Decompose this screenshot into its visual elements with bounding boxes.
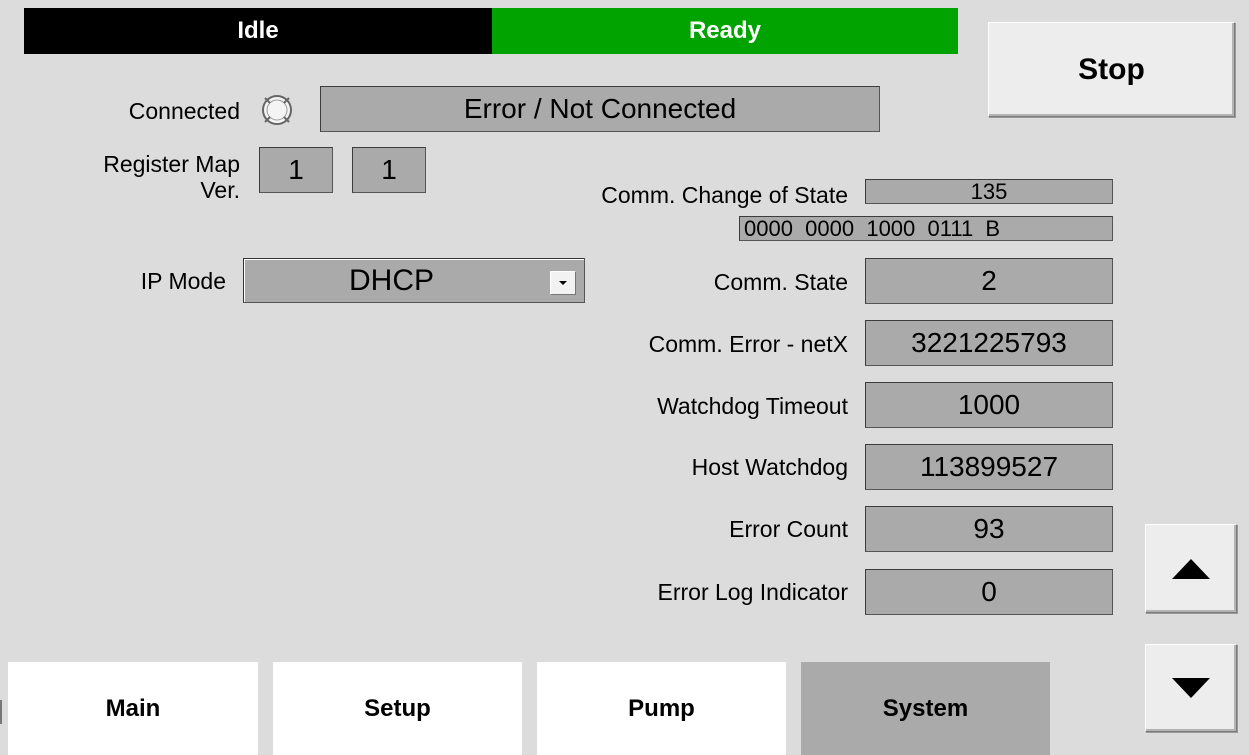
comm-error-netx-value: 3221225793 <box>865 320 1113 366</box>
error-count-label: Error Count <box>729 516 848 542</box>
comm-change-of-state-decimal: 135 <box>865 179 1113 204</box>
scroll-up-button[interactable] <box>1145 524 1237 613</box>
comm-change-of-state-label: Comm. Change of State <box>601 182 848 208</box>
tab-main[interactable]: Main <box>8 662 258 755</box>
comm-error-netx-label: Comm. Error - netX <box>648 331 848 357</box>
stop-button[interactable]: Stop <box>988 22 1235 117</box>
comm-state-label: Comm. State <box>713 269 848 295</box>
tab-setup[interactable]: Setup <box>273 662 522 755</box>
tab-pump[interactable]: Pump <box>537 662 786 755</box>
divider <box>0 700 2 724</box>
ip-mode-label: IP Mode <box>140 268 226 294</box>
watchdog-timeout-value: 1000 <box>865 382 1113 428</box>
triangle-up-icon <box>1172 558 1210 579</box>
status-idle-indicator: Idle <box>24 8 492 54</box>
register-map-major-version: 1 <box>259 147 333 193</box>
connected-label: Connected <box>128 98 240 124</box>
register-map-label-line2: Ver. <box>200 177 240 203</box>
watchdog-timeout-label: Watchdog Timeout <box>657 393 848 419</box>
error-log-indicator-value: 0 <box>865 569 1113 615</box>
error-log-indicator-label: Error Log Indicator <box>657 579 848 605</box>
triangle-down-icon <box>1172 678 1210 698</box>
comm-state-value: 2 <box>865 258 1113 304</box>
host-watchdog-value: 113899527 <box>865 444 1113 490</box>
status-led-off-icon <box>259 87 295 133</box>
connection-status-display: Error / Not Connected <box>320 86 880 132</box>
status-ready-indicator: Ready <box>492 8 958 54</box>
register-map-label-line1: Register Map <box>103 151 240 177</box>
comm-change-of-state-binary: 0000 0000 1000 0111 B <box>739 216 1113 241</box>
register-map-minor-version: 1 <box>352 147 426 193</box>
scroll-down-button[interactable] <box>1145 644 1237 732</box>
error-count-value: 93 <box>865 506 1113 552</box>
tab-system[interactable]: System <box>801 662 1050 755</box>
host-watchdog-label: Host Watchdog <box>691 454 848 480</box>
